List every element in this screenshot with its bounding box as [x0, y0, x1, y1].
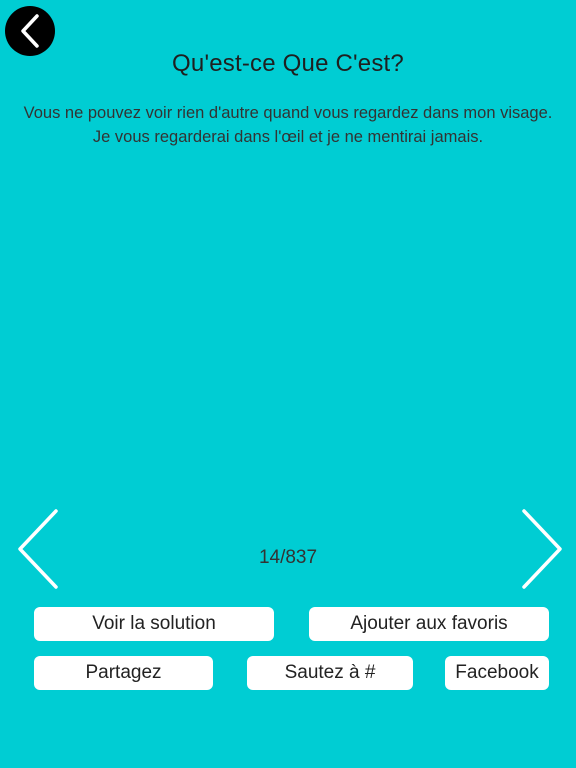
next-riddle-button[interactable] — [520, 508, 564, 590]
riddle-counter: 14/837 — [258, 547, 318, 568]
add-to-favorites-button[interactable]: Ajouter aux favoris — [309, 607, 549, 641]
back-button[interactable] — [5, 6, 55, 56]
chevron-left-icon — [21, 14, 39, 48]
chevron-right-icon — [522, 509, 562, 589]
facebook-button[interactable]: Facebook — [445, 656, 549, 690]
page-title: Qu'est-ce Que C'est? — [172, 50, 404, 77]
view-solution-button[interactable]: Voir la solution — [34, 607, 274, 641]
share-button[interactable]: Partagez — [34, 656, 213, 690]
riddle-text: Vous ne pouvez voir rien d'autre quand v… — [23, 104, 553, 146]
jump-to-number-button[interactable]: Sautez à # — [247, 656, 413, 690]
